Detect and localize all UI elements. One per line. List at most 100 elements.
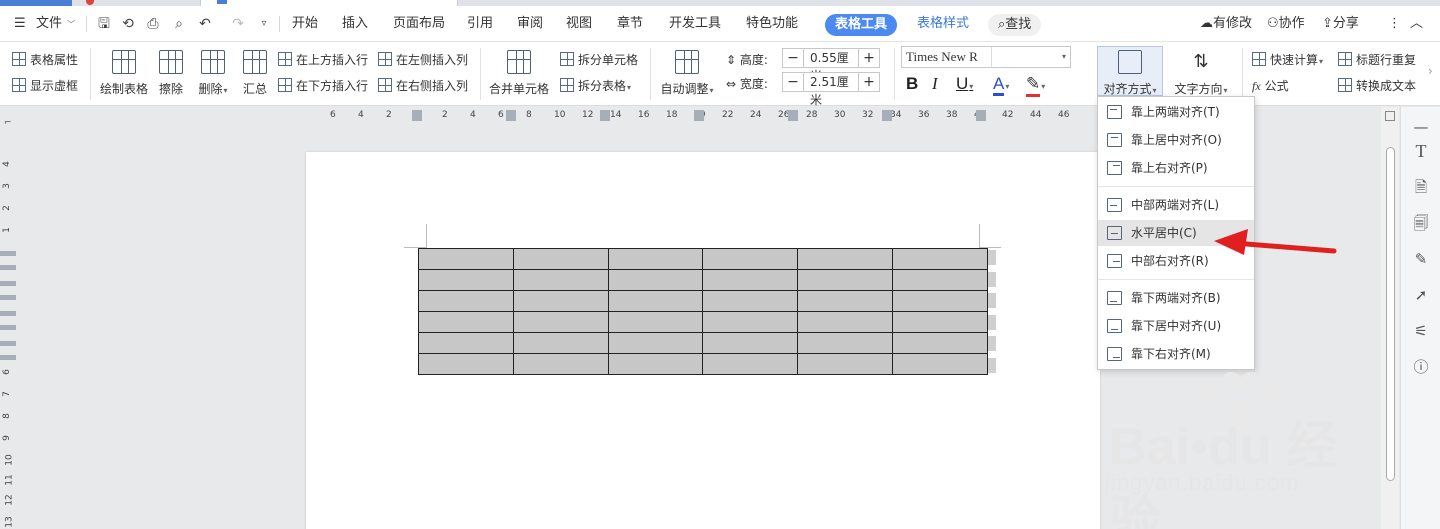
- table-cell[interactable]: [607, 332, 704, 354]
- scroll-top-icon[interactable]: [1385, 111, 1395, 121]
- help-icon[interactable]: ⓘ: [1411, 357, 1431, 377]
- text-style-icon[interactable]: T: [1411, 141, 1431, 161]
- insert-row-below-button[interactable]: 在下方插入行: [278, 77, 368, 94]
- tab-page-layout[interactable]: 页面布局: [393, 6, 445, 42]
- ruler-row-marker[interactable]: [0, 325, 16, 330]
- undo-icon[interactable]: ↶: [197, 16, 213, 32]
- app-tab-indicator[interactable]: [86, 0, 94, 5]
- pen-icon[interactable]: ✎: [1411, 249, 1431, 269]
- save-icon[interactable]: 🖫: [96, 16, 112, 32]
- ribbon-scroll-icon[interactable]: ›: [1428, 64, 1433, 78]
- increase-width-button[interactable]: +: [859, 73, 879, 91]
- selected-table[interactable]: [418, 248, 988, 375]
- table-cell[interactable]: [607, 311, 704, 333]
- insert-column-right-button[interactable]: 在右侧插入列: [378, 77, 468, 94]
- table-cell[interactable]: [607, 353, 704, 375]
- table-cell[interactable]: [702, 290, 799, 312]
- ruler-row-marker[interactable]: [0, 341, 16, 346]
- table-cell[interactable]: [702, 248, 799, 270]
- row-height-stepper[interactable]: − 0.55厘米 +: [782, 48, 880, 83]
- text-direction-button[interactable]: ⇅ 文字方向▾: [1170, 50, 1232, 97]
- table-cell[interactable]: [892, 311, 988, 333]
- document-settings-icon[interactable]: 🗐: [1411, 213, 1431, 233]
- ruler-row-marker[interactable]: [0, 355, 16, 360]
- table-cell[interactable]: [892, 248, 988, 270]
- ruler-column-marker[interactable]: [882, 110, 892, 121]
- tab-insert[interactable]: 插入: [342, 6, 368, 42]
- font-name-field[interactable]: Times New R: [902, 47, 992, 67]
- ruler-column-marker[interactable]: [694, 110, 704, 121]
- table-cell[interactable]: [892, 353, 988, 375]
- table-cell[interactable]: [512, 332, 609, 354]
- ruler-column-marker[interactable]: [506, 110, 516, 121]
- table-cell[interactable]: [512, 353, 609, 375]
- table-cell[interactable]: [702, 332, 799, 354]
- align-option-top-right[interactable]: 靠上右对齐(P): [1098, 155, 1254, 181]
- row-resize-handle[interactable]: [988, 271, 996, 287]
- erase-button[interactable]: 擦除: [156, 50, 186, 97]
- align-option-bottom-right[interactable]: 靠下右对齐(M): [1098, 341, 1254, 367]
- ruler-column-marker[interactable]: [788, 110, 798, 121]
- ruler-column-marker[interactable]: [412, 110, 422, 121]
- row-height-input[interactable]: 0.55厘米: [803, 49, 859, 83]
- header-row-repeat-button[interactable]: 标题行重复: [1338, 51, 1416, 68]
- table-cell[interactable]: [512, 311, 609, 333]
- ruler-row-marker[interactable]: [0, 311, 16, 316]
- split-cells-button[interactable]: 拆分单元格: [560, 51, 638, 68]
- column-width-stepper[interactable]: − 2.51厘米 +: [782, 72, 880, 107]
- font-selector[interactable]: Times New R ▾: [901, 46, 1071, 68]
- collaborate-button[interactable]: ⚇协作: [1267, 6, 1305, 42]
- table-cell[interactable]: [702, 269, 799, 291]
- highlight-button[interactable]: ✎▾: [1026, 74, 1045, 97]
- increase-height-button[interactable]: +: [859, 49, 879, 67]
- table-row[interactable]: [418, 269, 988, 291]
- table-cell[interactable]: [418, 248, 514, 270]
- decrease-width-button[interactable]: −: [783, 73, 803, 91]
- tab-review[interactable]: 审阅: [517, 6, 543, 42]
- insert-row-above-button[interactable]: 在上方插入行: [278, 51, 368, 68]
- table-cell[interactable]: [607, 248, 704, 270]
- ruler-row-marker[interactable]: [0, 265, 16, 270]
- collapse-ribbon-icon[interactable]: ︿: [1410, 6, 1423, 42]
- delete-button[interactable]: 删除▾: [194, 50, 232, 97]
- align-option-top-center[interactable]: 靠上居中对齐(O): [1098, 127, 1254, 153]
- tab-table-styles[interactable]: 表格样式: [917, 6, 969, 42]
- table-row[interactable]: [418, 248, 988, 270]
- row-resize-handle[interactable]: [988, 293, 996, 308]
- table-cell[interactable]: [702, 311, 799, 333]
- split-table-button[interactable]: 拆分表格▾: [560, 77, 631, 94]
- table-cell[interactable]: [797, 311, 894, 333]
- table-row[interactable]: [418, 311, 988, 333]
- formula-button[interactable]: fx 公式: [1252, 77, 1289, 94]
- table-properties-button[interactable]: 表格属性: [12, 51, 78, 68]
- table-row[interactable]: [418, 290, 988, 312]
- table-cell[interactable]: [418, 332, 514, 354]
- table-cell[interactable]: [418, 311, 514, 333]
- align-option-top-left[interactable]: 靠上两端对齐(T): [1098, 99, 1254, 125]
- table-cell[interactable]: [892, 290, 988, 312]
- align-option-mid-left[interactable]: 中部两端对齐(L): [1098, 192, 1254, 218]
- table-cell[interactable]: [418, 290, 514, 312]
- cursor-icon[interactable]: ➚: [1411, 285, 1431, 305]
- ruler-column-marker[interactable]: [600, 110, 610, 121]
- draw-table-button[interactable]: 绘制表格: [98, 50, 150, 97]
- summary-button[interactable]: 汇总: [240, 50, 270, 97]
- align-option-bottom-center[interactable]: 靠下居中对齐(U): [1098, 313, 1254, 339]
- table-cell[interactable]: [702, 353, 799, 375]
- table-row[interactable]: [418, 332, 988, 354]
- column-width-input[interactable]: 2.51厘米: [803, 73, 859, 107]
- redo-icon[interactable]: ↷: [230, 16, 246, 32]
- more-icon[interactable]: ⋮: [1388, 6, 1401, 42]
- table-cell[interactable]: [797, 353, 894, 375]
- table-cell[interactable]: [418, 353, 514, 375]
- table-cell[interactable]: [418, 269, 514, 291]
- table-cell[interactable]: [607, 290, 704, 312]
- tab-references[interactable]: 引用: [467, 6, 493, 42]
- table-cell[interactable]: [512, 248, 609, 270]
- insert-column-left-button[interactable]: 在左侧插入列: [378, 51, 468, 68]
- auto-fit-button[interactable]: 自动调整▾: [658, 50, 716, 97]
- font-color-button[interactable]: A▾: [993, 74, 1009, 96]
- panel-collapse-icon[interactable]: —: [1411, 117, 1431, 137]
- align-option-bottom-left[interactable]: 靠下两端对齐(B): [1098, 285, 1254, 311]
- quick-calc-button[interactable]: 快速计算▾: [1252, 51, 1323, 68]
